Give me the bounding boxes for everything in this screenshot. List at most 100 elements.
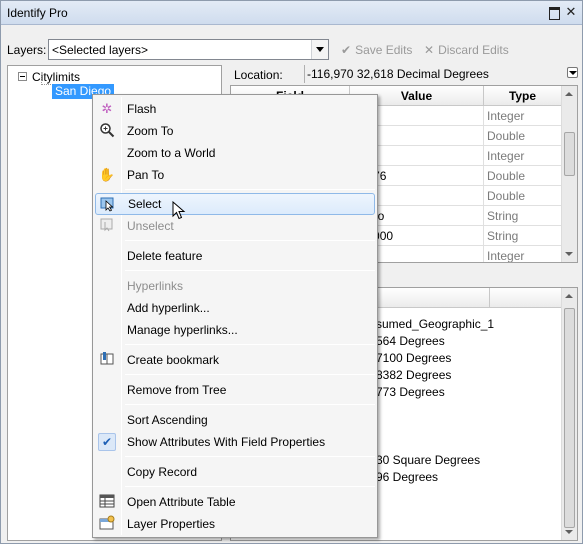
column-divider: [489, 288, 490, 308]
menu-item-delete-feature[interactable]: Delete feature: [95, 245, 375, 267]
mouse-pointer-icon: [172, 201, 186, 220]
menu-item-open-attribute-table[interactable]: Open Attribute Table: [95, 491, 375, 513]
menu-separator: [125, 404, 375, 405]
property-value: 564 Degrees: [376, 334, 445, 348]
menu-item-label: Select: [128, 197, 162, 211]
scroll-thumb[interactable]: [564, 308, 575, 528]
layers-dropdown-value: <Selected layers>: [52, 43, 149, 57]
property-value: 7100 Degrees: [376, 351, 452, 365]
properties-scrollbar[interactable]: [561, 288, 577, 540]
close-icon: ✕: [424, 43, 435, 57]
location-label: Location:: [234, 68, 283, 82]
menu-item-pan-to[interactable]: ✋ Pan To: [95, 164, 375, 186]
pin-icon[interactable]: [547, 5, 561, 20]
menu-separator: [125, 189, 375, 190]
title-bar: Identify Pro ✕: [1, 1, 582, 25]
menu-item-label: Remove from Tree: [127, 383, 227, 397]
location-value: -116,970 32,618 Decimal Degrees: [304, 65, 563, 83]
layer-properties-icon: [98, 515, 116, 533]
checkmark-icon: ✔: [98, 433, 116, 451]
property-value: 96 Degrees: [376, 470, 439, 484]
menu-item-show-attributes[interactable]: ✔ Show Attributes With Field Properties: [95, 431, 375, 453]
toolbar: Layers: <Selected layers> ✔ Save Edits ✕ D…: [1, 37, 582, 63]
location-dropdown-icon[interactable]: [567, 67, 578, 78]
cell-type: String: [484, 226, 562, 246]
menu-separator: [125, 374, 375, 375]
menu-item-label: Zoom to a World: [127, 146, 216, 160]
cell-type: Double: [484, 186, 562, 206]
menu-item-label: Sort Ascending: [127, 413, 208, 427]
menu-item-sort-ascending[interactable]: Sort Ascending: [95, 409, 375, 431]
menu-item-label: Copy Record: [127, 465, 198, 479]
menu-separator: [125, 344, 375, 345]
checkmark-icon: ✔: [341, 43, 352, 57]
property-value: 30 Square Degrees: [376, 453, 481, 467]
menu-separator: [125, 240, 375, 241]
menu-item-add-hyperlink[interactable]: Add hyperlink...: [95, 297, 375, 319]
identify-pro-window: Identify Pro ✕ Layers: <Selected layers>…: [0, 0, 583, 544]
tree-node-label: Citylimits: [32, 70, 80, 84]
context-menu: ✲ Flash Zoom To Zoom to a World ✋ Pan To…: [92, 94, 378, 538]
menu-item-label: Show Attributes With Field Properties: [127, 435, 326, 449]
cell-type: Integer: [484, 106, 562, 126]
bookmark-icon: [98, 351, 116, 369]
pan-hand-icon: ✋: [98, 167, 116, 182]
menu-item-label: Delete feature: [127, 249, 203, 263]
menu-item-select[interactable]: Select: [95, 193, 375, 215]
cell-type: Integer: [484, 246, 562, 262]
scroll-down-icon[interactable]: [565, 252, 573, 256]
save-edits-label: Save Edits: [355, 43, 413, 57]
discard-edits-label: Discard Edits: [438, 43, 509, 57]
scroll-up-icon[interactable]: [565, 294, 573, 298]
menu-item-zoom-to-world[interactable]: Zoom to a World: [95, 142, 375, 164]
table-icon: [98, 493, 116, 511]
menu-separator: [125, 456, 375, 457]
layers-label: Layers:: [7, 43, 47, 57]
chevron-down-icon[interactable]: [311, 40, 328, 59]
discard-edits-button[interactable]: ✕ Discard Edits: [424, 43, 509, 57]
grid-scrollbar[interactable]: [561, 86, 577, 262]
flash-icon: ✲: [101, 101, 113, 116]
menu-item-label: Create bookmark: [127, 353, 220, 367]
menu-separator: [125, 270, 375, 271]
window-title: Identify Pro: [7, 6, 68, 20]
menu-separator: [125, 486, 375, 487]
save-edits-button[interactable]: ✔ Save Edits: [341, 43, 412, 57]
tree-connector: [41, 84, 51, 85]
menu-item-manage-hyperlinks[interactable]: Manage hyperlinks...: [95, 319, 375, 341]
menu-item-label: Manage hyperlinks...: [127, 323, 238, 337]
menu-item-label: Open Attribute Table: [127, 495, 236, 509]
menu-item-label: Hyperlinks: [127, 279, 184, 293]
menu-item-layer-properties[interactable]: Layer Properties: [95, 513, 375, 535]
menu-item-label: Pan To: [127, 168, 165, 182]
menu-item-label: Unselect: [127, 219, 174, 233]
scroll-thumb[interactable]: [564, 132, 575, 176]
menu-item-label: Flash: [127, 102, 157, 116]
property-value: 8382 Degrees: [376, 368, 452, 382]
cell-type: String: [484, 206, 562, 226]
collapse-icon[interactable]: [18, 72, 27, 81]
column-header-type[interactable]: Type: [484, 86, 562, 106]
menu-item-unselect[interactable]: Unselect: [95, 215, 375, 237]
cell-type: Double: [484, 126, 562, 146]
property-value: sumed_Geographic_1: [376, 317, 495, 331]
menu-item-hyperlinks[interactable]: Hyperlinks: [95, 275, 375, 297]
menu-item-create-bookmark[interactable]: Create bookmark: [95, 349, 375, 371]
zoom-in-icon: [98, 122, 116, 140]
menu-item-remove-from-tree[interactable]: Remove from Tree: [95, 379, 375, 401]
scroll-up-icon[interactable]: [565, 92, 573, 96]
layers-dropdown[interactable]: <Selected layers>: [48, 39, 329, 60]
menu-item-flash[interactable]: ✲ Flash: [95, 98, 375, 120]
scroll-down-icon[interactable]: [565, 530, 573, 534]
menu-item-label: Zoom To: [127, 124, 174, 138]
menu-item-label: Layer Properties: [127, 517, 216, 531]
menu-item-zoom-to[interactable]: Zoom To: [95, 120, 375, 142]
property-value: 773 Degrees: [376, 385, 445, 399]
cell-type: Integer: [484, 146, 562, 166]
cell-type: Double: [484, 166, 562, 186]
close-icon[interactable]: ✕: [564, 5, 578, 19]
unselect-features-icon: [98, 217, 116, 235]
menu-item-label: Add hyperlink...: [127, 301, 210, 315]
select-features-icon: [99, 196, 117, 214]
menu-item-copy-record[interactable]: Copy Record: [95, 461, 375, 483]
